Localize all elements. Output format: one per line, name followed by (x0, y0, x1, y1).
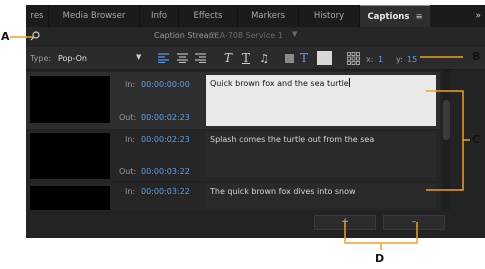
callout-lines (10, 36, 470, 250)
callout-c: C (472, 133, 481, 146)
callout-b: B (472, 50, 481, 63)
callout-a: A (1, 30, 10, 43)
callout-d: D (375, 252, 385, 265)
